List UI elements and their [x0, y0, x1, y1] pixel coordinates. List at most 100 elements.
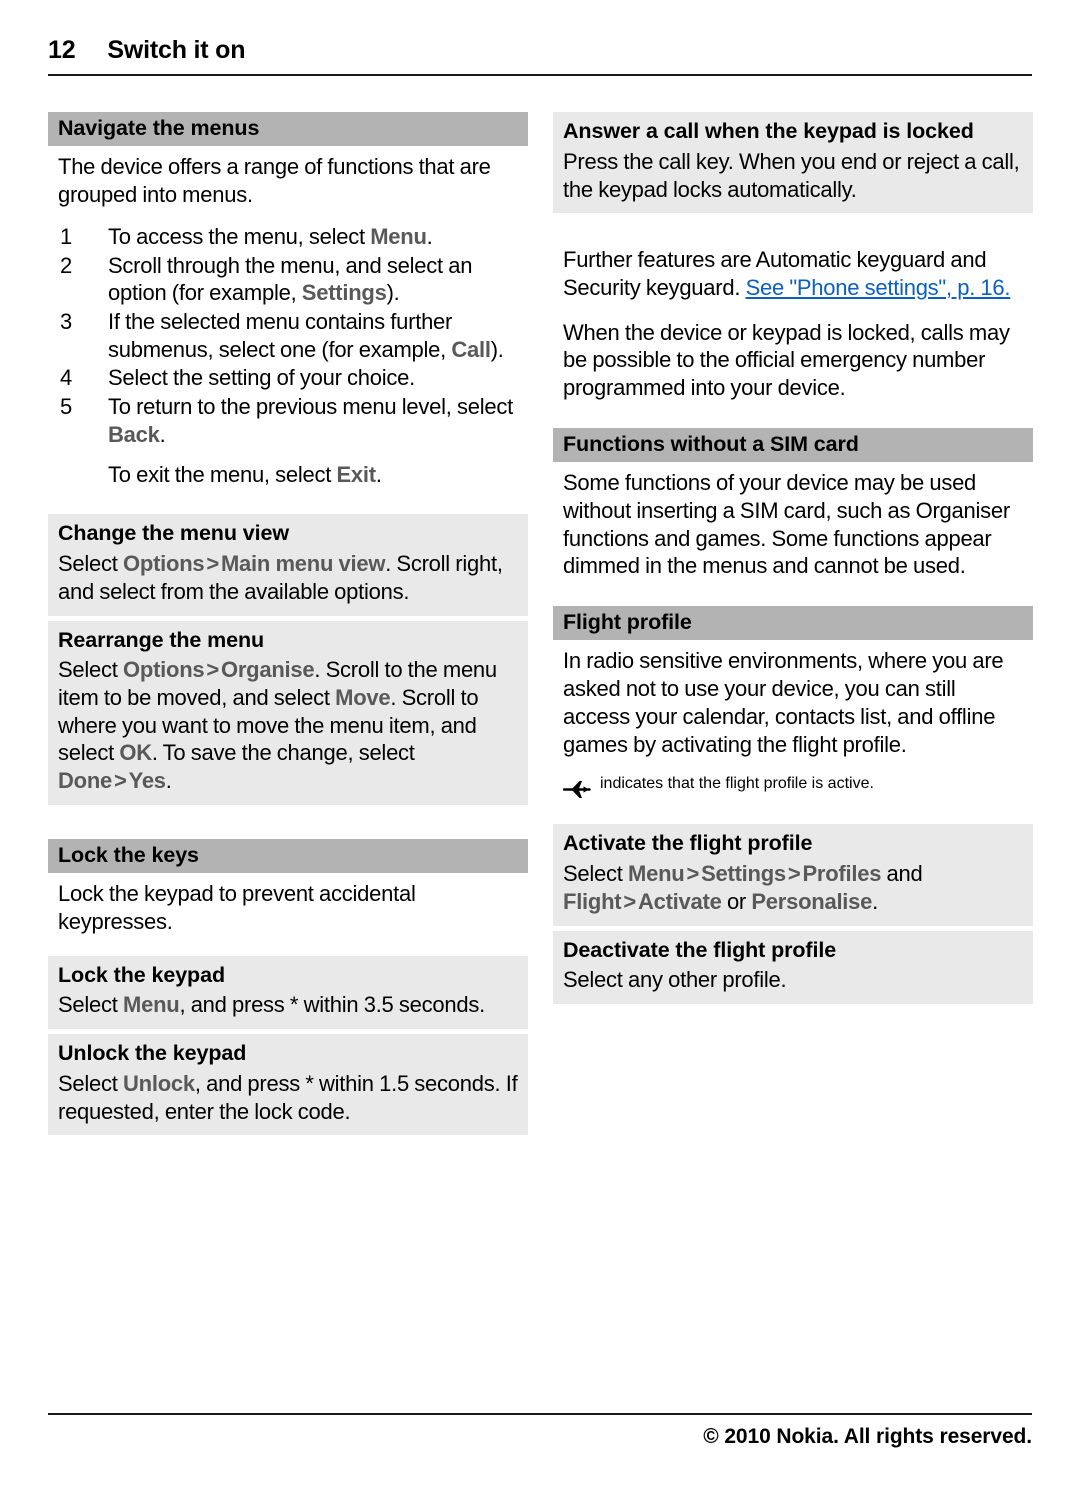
list-item: 3 If the selected menu contains further s…	[58, 308, 518, 363]
ui-term: Exit	[336, 461, 376, 487]
rearrange-menu-body: Select Options>Organise. Scroll to the m…	[58, 657, 497, 794]
ui-term: Call	[451, 336, 491, 362]
section-heading-navigate-the-menus: Navigate the menus	[48, 112, 528, 147]
ui-term: Organise	[220, 657, 315, 683]
ui-term: Personalise	[751, 888, 873, 914]
section-heading-functions-without-a-sim-card: Functions without a SIM card	[553, 427, 1033, 463]
path-separator: >	[114, 768, 127, 794]
step-text: If the selected menu contains further su…	[108, 308, 504, 362]
navigate-exit-note: To exit the menu, select Exit.	[108, 461, 382, 487]
section-lock-the-keypad: Lock the keypad Select Menu, and press *…	[48, 955, 528, 1030]
ui-term: Activate	[637, 888, 722, 914]
subsection-heading-lock-the-keypad: Lock the keypad	[58, 962, 225, 987]
step-number: 3	[60, 308, 72, 334]
flight-profile-body: In radio sensitive environments, where y…	[563, 648, 1004, 757]
ui-term: Done	[58, 768, 112, 794]
list-item: 4 Select the setting of your choice.	[58, 364, 518, 392]
ui-term: OK	[119, 740, 152, 766]
further-features-text: Further features are Automatic keyguard …	[563, 247, 1011, 300]
step-number: 1	[60, 223, 72, 249]
flight-profile-indicator-text: indicates that the flight profile is act…	[600, 775, 874, 793]
list-item: 1 To access the menu, select Menu.	[58, 223, 518, 251]
page-header: 12 Switch it on	[48, 36, 1032, 65]
header-divider	[48, 74, 1032, 76]
footer-copyright: © 2010 Nokia. All rights reserved.	[703, 1425, 1032, 1448]
page-number: 12	[48, 36, 76, 64]
left-column: Navigate the menus The device offers a r…	[48, 112, 528, 1136]
ui-term: Menu	[123, 992, 180, 1018]
ui-term: Back	[108, 421, 160, 447]
ui-term: Profiles	[802, 861, 882, 887]
ui-term: Options	[123, 657, 205, 683]
subsection-heading-answer-a-call: Answer a call when the keypad is locked	[563, 119, 974, 143]
navigate-intro-text: The device offers a range of functions t…	[58, 154, 491, 208]
path-separator: >	[623, 888, 636, 914]
ui-term: Options	[123, 551, 205, 577]
list-item: 5 To return to the previous menu level, s…	[58, 393, 518, 448]
page-title: Switch it on	[107, 36, 246, 64]
path-separator: >	[206, 551, 219, 577]
section-heading-flight-profile: Flight profile	[553, 606, 1033, 641]
section-further-features: Further features are Automatic keyguard …	[553, 239, 1033, 412]
footer-divider	[48, 1413, 1032, 1415]
section-body-navigate-the-menus: The device offers a range of functions t…	[48, 146, 528, 498]
document-page: 12 Switch it on Navigate the menus The d…	[0, 0, 1080, 1496]
unlock-the-keypad-body: Select Unlock, and press * within 1.5 se…	[58, 1071, 518, 1124]
section-body-lock-the-keys: Lock the keypad to prevent accidental ke…	[48, 873, 528, 945]
subsection-heading-change-the-menu-view: Change the menu view	[58, 521, 289, 546]
section-activate-the-flight-profile: Activate the flight profile Select Menu>…	[553, 824, 1033, 926]
section-unlock-the-keypad: Unlock the keypad Select Unlock, and pre…	[48, 1034, 528, 1136]
two-column-body: Navigate the menus The device offers a r…	[48, 112, 1033, 1136]
ui-term: Yes	[128, 768, 166, 794]
ui-term: Main menu view	[220, 551, 386, 577]
subsection-heading-activate-the-flight-profile: Activate the flight profile	[563, 831, 813, 856]
path-separator: >	[686, 861, 700, 887]
subsection-heading-rearrange-the-menu: Rearrange the menu	[58, 627, 265, 652]
emergency-note-text: When the device or keypad is locked, cal…	[563, 319, 1010, 401]
section-body-functions-without-a-sim-card: Some functions of your device may be use…	[553, 462, 1033, 590]
subsection-heading-deactivate-the-flight-profile: Deactivate the flight profile	[563, 937, 837, 962]
lock-the-keypad-body: Select Menu, and press * within 3.5 seco…	[58, 992, 485, 1018]
ui-term: Move	[335, 685, 391, 711]
activate-flight-profile-body: Select Menu>Settings>Profiles and Flight…	[563, 861, 923, 914]
phone-settings-link[interactable]: See "Phone settings", p. 16.	[746, 275, 1011, 300]
section-rearrange-the-menu: Rearrange the menu Select Options>Organi…	[48, 620, 528, 805]
change-menu-view-body: Select Options>Main menu view. Scroll ri…	[58, 551, 503, 604]
step-text: To return to the previous menu level, se…	[108, 394, 513, 447]
step-text: To access the menu, select Menu.	[108, 223, 433, 249]
subsection-heading-unlock-the-keypad: Unlock the keypad	[58, 1041, 247, 1066]
step-number: 2	[60, 252, 72, 278]
ui-term: Unlock	[123, 1071, 195, 1096]
deactivate-flight-profile-body: Select any other profile.	[563, 967, 787, 993]
step-text: Select the setting of your choice.	[108, 365, 415, 391]
path-separator: >	[787, 861, 801, 887]
ui-term: Flight	[563, 888, 622, 914]
airplane-icon	[562, 780, 591, 804]
list-item: 2 Scroll through the menu, and select an …	[58, 252, 518, 307]
answer-a-call-body: Press the call key. When you end or reje…	[563, 148, 1020, 202]
section-heading-lock-the-keys: Lock the keys	[48, 838, 528, 874]
functions-without-sim-body: Some functions of your device may be use…	[563, 470, 1010, 579]
section-answer-a-call-when-keypad-locked: Answer a call when the keypad is locked …	[553, 112, 1033, 214]
step-number: 4	[60, 365, 72, 391]
lock-the-keys-body: Lock the keypad to prevent accidental ke…	[58, 881, 416, 934]
step-number: 5	[60, 394, 72, 420]
ui-term: Settings	[301, 280, 387, 306]
section-deactivate-the-flight-profile: Deactivate the flight profile Select any…	[553, 930, 1033, 1005]
navigate-steps-list: 1 To access the menu, select Menu. 2 Scrol…	[58, 223, 518, 449]
flight-profile-indicator-note: indicates that the flight profile is act…	[562, 775, 1023, 804]
section-body-flight-profile: In radio sensitive environments, where y…	[553, 640, 1033, 814]
ui-term: Menu	[628, 861, 685, 887]
section-change-the-menu-view: Change the menu view Select Options>Main…	[48, 514, 528, 616]
ui-term: Menu	[370, 223, 427, 249]
step-text: Scroll through the menu, and select an o…	[108, 252, 473, 306]
path-separator: >	[206, 657, 219, 683]
